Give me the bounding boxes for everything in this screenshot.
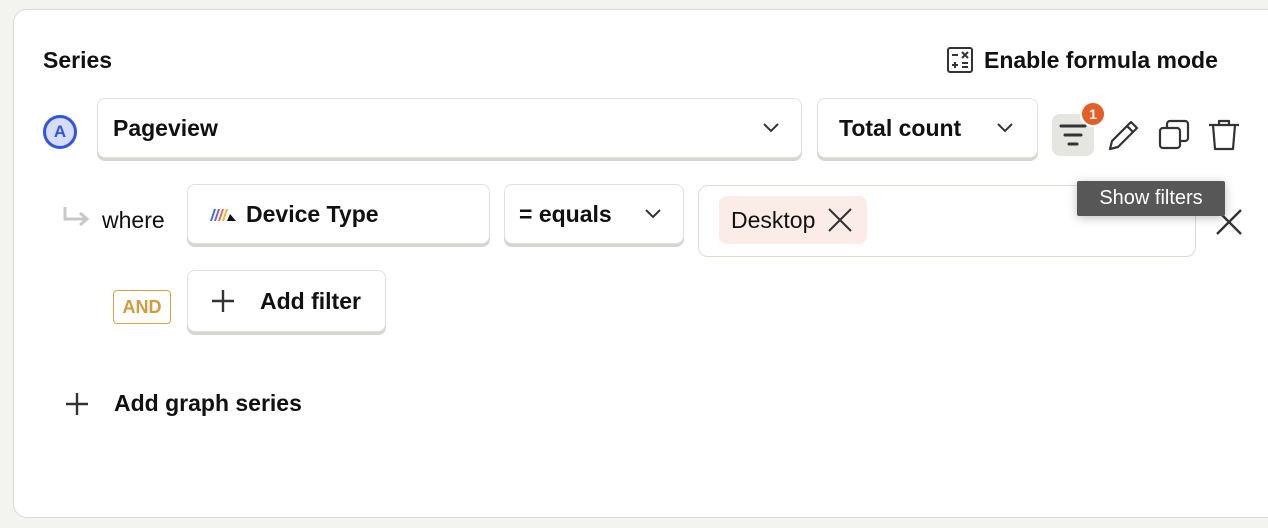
property-select[interactable]: Device Type: [187, 184, 490, 244]
filter-count-badge: 1: [1080, 101, 1106, 127]
add-filter-button[interactable]: Add filter: [187, 270, 386, 332]
plus-icon: [212, 290, 234, 312]
remove-value-icon[interactable]: [827, 207, 853, 233]
and-badge: AND: [113, 290, 171, 324]
operator-select-value: = equals: [519, 200, 612, 227]
plus-icon: [66, 392, 88, 415]
property-type-icon: [210, 209, 236, 221]
pencil-icon: [1108, 120, 1139, 151]
trash-icon: [1209, 119, 1239, 151]
copy-icon: [1158, 119, 1190, 150]
property-select-value: Device Type: [246, 200, 379, 227]
operator-select[interactable]: = equals: [504, 184, 684, 244]
branch-arrow-icon: [63, 207, 90, 227]
series-letter-badge: A: [43, 115, 77, 149]
rename-button[interactable]: [1105, 116, 1143, 154]
chevron-down-icon: [645, 209, 661, 219]
series-panel: [13, 9, 1268, 518]
aggregation-select-value: Total count: [839, 114, 962, 141]
add-filter-label: Add filter: [260, 287, 361, 314]
add-graph-series-button[interactable]: Add graph series: [64, 390, 302, 417]
chevron-down-icon: [997, 123, 1013, 133]
add-graph-series-label: Add graph series: [114, 390, 302, 416]
formula-mode-label: Enable formula mode: [984, 46, 1218, 73]
chevron-down-icon: [763, 123, 779, 133]
event-select[interactable]: Pageview: [97, 98, 802, 158]
calculator-icon: [947, 47, 973, 73]
delete-series-button[interactable]: [1205, 116, 1243, 154]
aggregation-select[interactable]: Total count: [817, 98, 1038, 158]
value-chip: Desktop: [719, 196, 868, 244]
enable-formula-mode-button[interactable]: Enable formula mode: [946, 46, 1218, 74]
event-select-value: Pageview: [113, 114, 218, 141]
where-label: where: [102, 207, 165, 233]
section-title: Series: [43, 47, 113, 73]
show-filters-tooltip: Show filters: [1077, 181, 1225, 216]
duplicate-button[interactable]: [1155, 116, 1193, 154]
value-chip-label: Desktop: [731, 206, 816, 233]
